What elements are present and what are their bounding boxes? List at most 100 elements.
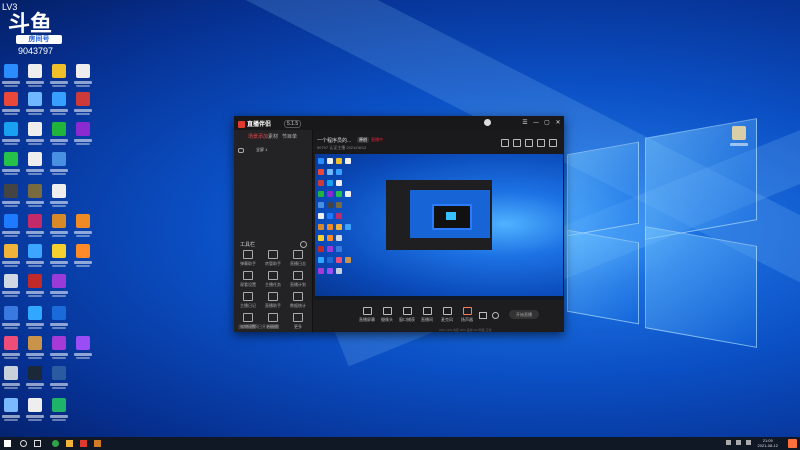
start-icon[interactable] — [4, 440, 11, 447]
version-badge[interactable]: 5.1.5 — [284, 120, 302, 128]
tab-material[interactable]: 素材 — [268, 133, 278, 140]
desktop-icon-k[interactable] — [48, 306, 70, 334]
search-icon[interactable] — [20, 440, 27, 447]
desktop-icon-label — [28, 387, 42, 389]
tray-icon[interactable] — [726, 440, 731, 445]
tool-button[interactable]: 观看设置 — [236, 271, 260, 291]
tool-button[interactable]: 主播日记 — [236, 292, 260, 312]
desktop-icon-glass[interactable] — [0, 398, 22, 426]
desktop-icon-net[interactable] — [24, 92, 46, 120]
control-button[interactable]: 窗口捕获 — [397, 307, 417, 323]
gear-icon[interactable] — [300, 241, 307, 248]
desktop-icon-file[interactable] — [72, 64, 94, 92]
control-button[interactable]: 扬声器 — [457, 307, 477, 323]
tool-button[interactable]: 直播计划 — [286, 271, 310, 291]
notification-icon[interactable] — [788, 439, 797, 448]
eye-icon — [52, 244, 66, 258]
close-button[interactable]: ✕ — [555, 120, 561, 126]
app-task-icon[interactable] — [80, 440, 87, 447]
desktop-icon-ring[interactable] — [72, 214, 94, 242]
edge-icon[interactable] — [52, 440, 59, 447]
control-button[interactable]: 直播间 — [417, 307, 437, 323]
desktop-icon-pkg[interactable] — [24, 336, 46, 364]
camera-icon[interactable] — [479, 312, 487, 319]
desktop-icon-obs[interactable] — [0, 184, 22, 212]
desktop-icon-pr[interactable] — [72, 336, 94, 364]
desktop-icon-img[interactable] — [48, 366, 70, 394]
network-icon[interactable] — [736, 440, 741, 445]
desktop-icon-color[interactable] — [0, 336, 22, 364]
desktop-icon-wechat[interactable] — [0, 152, 22, 180]
desktop-icon-qq[interactable] — [0, 122, 22, 150]
user-icon[interactable] — [525, 139, 533, 147]
desktop-icon-label — [50, 323, 68, 326]
desktop-icon-net2[interactable] — [0, 306, 22, 334]
tool-button[interactable]: 粉丝团 — [261, 313, 285, 333]
tool-button[interactable]: 直播日志 — [286, 250, 310, 270]
desktop-icon-play[interactable] — [48, 398, 70, 426]
desktop-icon-orange[interactable] — [72, 244, 94, 272]
streaming-app-window[interactable]: 直播伴侣 5.1.5 ☰ — ▢ ✕ 场景添加 素材 节目单 全屏 1 工具栏 … — [234, 116, 564, 332]
eye-icon[interactable] — [238, 148, 244, 153]
tool-button[interactable]: 更多 — [286, 313, 310, 333]
settings-icon[interactable] — [492, 312, 499, 319]
maximize-button[interactable]: ▢ — [544, 120, 550, 126]
desktop-icon-cloud[interactable] — [48, 64, 70, 92]
tool-button[interactable]: 数据统计 — [286, 292, 310, 312]
task-view-icon[interactable] — [34, 440, 41, 447]
home-icon[interactable] — [537, 139, 545, 147]
desktop-icon-game[interactable] — [24, 184, 46, 212]
scene-item-label[interactable]: 全屏 1 — [256, 147, 267, 153]
tool-button[interactable]: 弹幕助手 — [236, 250, 260, 270]
desktop-icon-doc[interactable] — [24, 64, 46, 92]
desktop-icon-bird[interactable] — [48, 214, 70, 242]
menu-button[interactable]: ☰ — [522, 120, 528, 126]
desktop-icon-box[interactable] — [24, 274, 46, 302]
desktop-icon-eye[interactable] — [48, 244, 70, 272]
desktop-icon-rar3[interactable] — [48, 274, 70, 302]
desktop-icon-360[interactable] — [48, 122, 70, 150]
desktop-icon-flag[interactable] — [24, 244, 46, 272]
volume-icon[interactable] — [746, 440, 751, 445]
stream-preview[interactable] — [315, 154, 563, 300]
tab-scene[interactable]: 场景添加 — [248, 133, 268, 140]
desktop-icon-clock[interactable] — [0, 366, 22, 394]
desktop-icon-plane[interactable] — [48, 92, 70, 120]
desktop-icon-steam[interactable] — [24, 366, 46, 394]
share-icon[interactable] — [501, 139, 509, 147]
link-icon[interactable] — [549, 139, 557, 147]
control-button[interactable]: 摄像头 — [377, 307, 397, 323]
desktop-icon-ps[interactable] — [24, 306, 46, 334]
desktop-icon-cube[interactable] — [48, 152, 70, 180]
control-button[interactable]: 直播屏幕 — [357, 307, 377, 323]
tab-program[interactable]: 节目单 — [282, 133, 297, 140]
control-button[interactable]: 麦克风 — [437, 307, 457, 323]
tool-button[interactable]: 房管助手 — [261, 250, 285, 270]
record-icon[interactable] — [513, 139, 521, 147]
tool-button[interactable]: 礼物设置 — [236, 313, 260, 333]
app-task-icon[interactable] — [94, 440, 101, 447]
folder-icon[interactable] — [66, 440, 73, 447]
desktop-icon-doc4[interactable] — [48, 184, 70, 212]
tool-button[interactable]: 主播任务 — [261, 271, 285, 291]
desktop-icon-rar4[interactable] — [48, 336, 70, 364]
desktop-icon-doc2[interactable] — [24, 122, 46, 150]
desktop-icon-doc3[interactable] — [24, 152, 46, 180]
desktop-icon-user[interactable] — [72, 92, 94, 120]
avatar[interactable] — [484, 119, 491, 126]
desktop-icon-chrome[interactable] — [0, 92, 22, 120]
desktop-icon-ie[interactable] — [0, 64, 22, 92]
preview-icon — [318, 224, 324, 230]
desktop-icon-folder[interactable] — [0, 244, 22, 272]
tool-button[interactable]: 直播助手 — [261, 292, 285, 312]
desktop-icon-trash[interactable] — [0, 274, 22, 302]
desktop-icon-right[interactable] — [728, 126, 750, 154]
desktop-icon-rar[interactable] — [72, 122, 94, 150]
minimize-button[interactable]: — — [533, 120, 539, 126]
go-live-button[interactable]: 开始直播 — [509, 310, 539, 319]
taskbar-clock[interactable]: 21:09 2021-08-12 — [758, 438, 778, 448]
room-title[interactable]: 一个程序员的... — [317, 137, 351, 144]
desktop-icon-rar2[interactable] — [24, 214, 46, 242]
desktop-icon-shield[interactable] — [0, 214, 22, 242]
desktop-icon-doc5[interactable] — [24, 398, 46, 426]
